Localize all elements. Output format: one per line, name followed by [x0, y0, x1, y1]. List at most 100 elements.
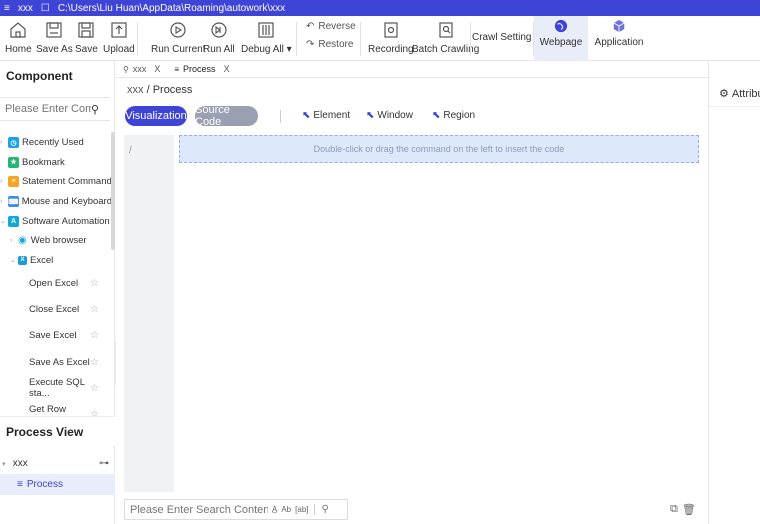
attribute-panel: ⚙ Attribute	[708, 61, 760, 524]
undo-redo-group: ↶ Reverse ↷ Restore	[306, 21, 356, 50]
editor-footer-actions: ⧉ 🗑	[670, 503, 696, 516]
toolbar-divider	[470, 22, 471, 56]
save-as-button[interactable]: Save As	[36, 16, 73, 61]
pointer-icon: ⬉	[366, 110, 375, 121]
source-code-button[interactable]: Source Code	[195, 104, 258, 128]
pointer-icon: ⬉	[302, 110, 311, 121]
redo-icon: ↷	[306, 39, 315, 50]
command-save-as-excel[interactable]: Save As Excel ☆	[0, 349, 112, 375]
star-icon[interactable]: ☆	[90, 383, 99, 394]
recording-button[interactable]: Recording	[368, 16, 414, 61]
tab-xxx[interactable]: ⚲ xxx X	[116, 61, 167, 78]
caret-down-icon: ⌄	[0, 218, 6, 226]
play-circle-icon	[170, 22, 186, 38]
toolbar-divider	[280, 110, 281, 123]
project-path: C:\Users\Liu Huan\AppData\Roaming\autowo…	[57, 2, 286, 14]
editor-area: ⚲ xxx X ≡ Process X xxx / Process Visual…	[116, 61, 708, 524]
visualization-button[interactable]: Visualization	[125, 106, 187, 126]
project-name: xxx	[17, 2, 33, 14]
webpage-tab[interactable]: Webpage	[534, 16, 588, 61]
reverse-button[interactable]: ↶ Reverse	[306, 21, 356, 32]
whole-word-icon[interactable]: Ab	[281, 505, 291, 514]
run-current-button[interactable]: Run Current	[151, 16, 205, 61]
application-tab[interactable]: Application	[590, 16, 648, 61]
star-icon[interactable]: ☆	[90, 278, 99, 289]
line-number: /	[129, 145, 132, 156]
automation-icon: A	[8, 215, 19, 227]
caret-right-icon: ›	[10, 237, 13, 245]
title-bar: ≡ xxx ☐ C:\Users\Liu Huan\AppData\Roamin…	[0, 0, 760, 16]
settings-icon: ⚙	[719, 88, 729, 100]
star-icon[interactable]: ☆	[90, 304, 99, 315]
upload-button[interactable]: Upload	[103, 16, 135, 61]
category-recently-used[interactable]: › ◷ Recently Used	[0, 133, 112, 153]
component-scrollbar[interactable]	[111, 132, 115, 250]
component-title: Component	[6, 69, 73, 83]
run-all-icon	[211, 22, 227, 38]
subcategory-excel[interactable]: ⌄ X Excel	[0, 251, 112, 271]
component-search: ⚲	[0, 97, 110, 121]
undo-icon: ↶	[306, 21, 315, 32]
category-mouse-keyboard[interactable]: › ⌨ Mouse and Keyboard	[0, 192, 112, 212]
save-button[interactable]: Save	[75, 16, 98, 61]
tab-process[interactable]: ≡ Process X	[167, 61, 236, 78]
component-search-input[interactable]	[5, 103, 91, 115]
component-panel: Component ⚲ › ◷ Recently Used ★ Bookmark…	[0, 61, 115, 524]
caret-down-icon: ⌄	[10, 257, 16, 265]
copy-icon[interactable]: ⧉	[670, 503, 678, 516]
batch-crawling-icon	[439, 22, 453, 38]
search-icon[interactable]: ⚲	[91, 103, 99, 116]
save-as-icon	[46, 22, 62, 38]
statement-icon: ≡	[8, 176, 19, 188]
process-tree-root[interactable]: ▾ xxx ⊶	[0, 453, 115, 474]
match-case-icon[interactable]: A̲	[272, 505, 277, 514]
subcategory-web-browser[interactable]: › ◉ Web browser	[0, 231, 112, 251]
caret-down-icon: ▾	[2, 461, 6, 468]
breadcrumb: xxx / Process	[127, 84, 193, 96]
search-icon[interactable]: ⚲	[321, 504, 328, 515]
list-icon: ≡	[17, 479, 23, 490]
run-all-button[interactable]: Run All	[203, 16, 235, 61]
process-view-title: Process View	[0, 416, 115, 446]
star-icon[interactable]: ☆	[90, 330, 99, 341]
pick-element-button[interactable]: ⬉ Element	[302, 110, 350, 121]
browser-icon: ◉	[18, 235, 27, 247]
command-close-excel[interactable]: Close Excel ☆	[0, 296, 112, 322]
star-icon[interactable]: ☆	[90, 357, 99, 368]
category-statement-command[interactable]: › ≡ Statement Command	[0, 172, 112, 192]
pointer-icon: ⬉	[432, 110, 441, 121]
caret-down-icon: ▾	[286, 44, 292, 55]
debug-icon	[258, 22, 274, 38]
debug-all-button[interactable]: Debug All ▾	[241, 16, 292, 61]
command-drop-zone[interactable]: Double-click or drag the command on the …	[179, 135, 699, 163]
home-icon	[10, 22, 26, 38]
regex-icon[interactable]: [ab]	[295, 505, 308, 514]
pick-window-button[interactable]: ⬉ Window	[366, 110, 413, 121]
content-search-input[interactable]	[130, 503, 268, 516]
close-tab-icon[interactable]: X	[154, 64, 160, 74]
folder-icon: ☐	[40, 2, 50, 14]
list-icon: ≡	[174, 64, 180, 74]
cube-icon	[613, 19, 625, 33]
close-tab-icon[interactable]: X	[224, 64, 230, 74]
process-tree-item[interactable]: ≡ Process	[0, 474, 115, 495]
pick-region-button[interactable]: ⬉ Region	[432, 110, 475, 121]
caret-right-icon: ›	[0, 198, 3, 206]
bookmark-icon: ★	[8, 156, 19, 168]
globe-icon	[554, 19, 568, 33]
command-save-excel[interactable]: Save Excel ☆	[0, 323, 112, 349]
restore-button[interactable]: ↷ Restore	[306, 39, 356, 50]
toolbar-divider	[137, 22, 138, 56]
crawl-setting-button[interactable]: Crawl Setting	[472, 32, 531, 43]
category-software-automation[interactable]: ⌄ A Software Automation	[0, 211, 112, 231]
category-bookmark[interactable]: ★ Bookmark	[0, 153, 112, 173]
upload-icon	[111, 22, 127, 38]
tree-structure-icon[interactable]: ⊶	[99, 458, 109, 469]
trash-icon[interactable]: 🗑	[682, 503, 696, 516]
content-search: A̲ Ab [ab] ⚲	[124, 499, 348, 520]
command-execute-sql[interactable]: Execute SQL sta... ☆	[0, 375, 112, 401]
menu-icon[interactable]: ≡	[4, 3, 10, 14]
home-button[interactable]: Home	[5, 16, 32, 61]
command-open-excel[interactable]: Open Excel ☆	[0, 270, 112, 296]
project-icon: ⚲	[123, 64, 129, 74]
